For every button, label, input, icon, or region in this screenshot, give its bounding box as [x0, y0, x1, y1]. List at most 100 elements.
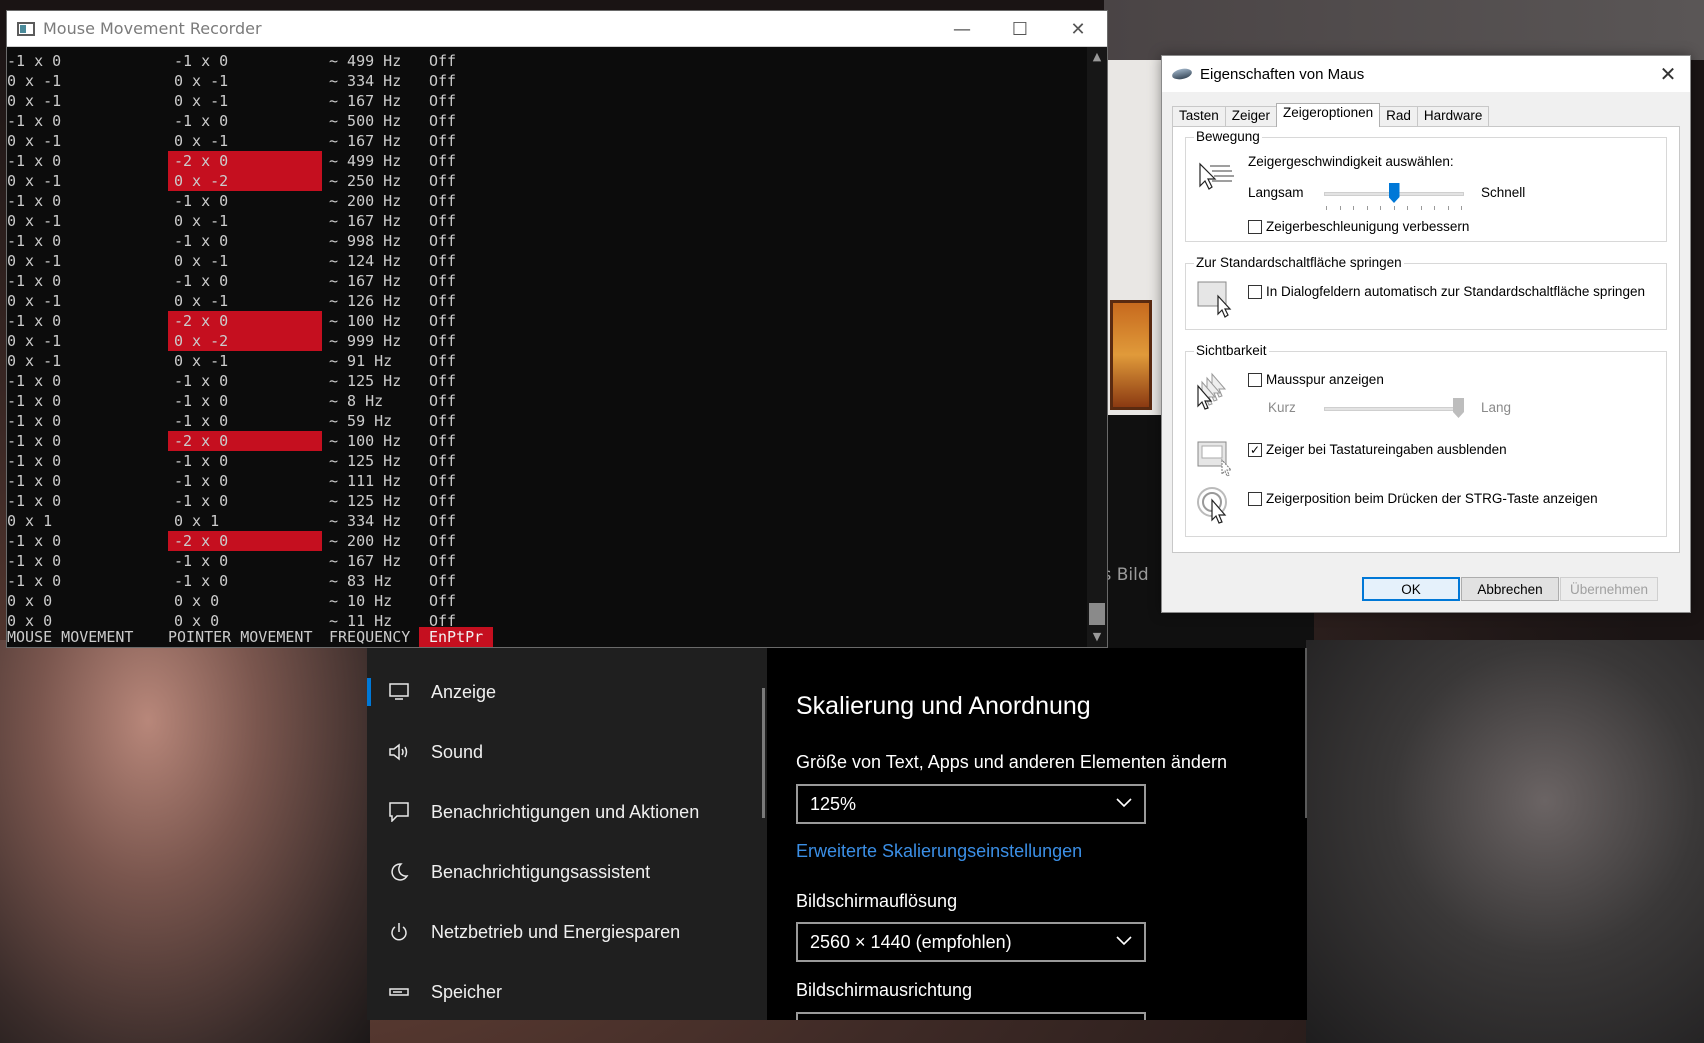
advanced-scaling-link[interactable]: Erweiterte Skalierungseinstellungen [796, 841, 1082, 862]
frequency-cell: ~ 499 Hz [329, 152, 402, 170]
ok-button[interactable]: OK [1362, 577, 1460, 601]
enptpr-cell: Off [429, 332, 457, 350]
enptpr-cell: Off [429, 112, 457, 130]
trails-long-label: Lang [1481, 400, 1512, 415]
enptpr-cell: Off [429, 152, 457, 170]
nav-item-benachrichtigungsassistent[interactable]: Benachrichtigungsassistent [367, 850, 767, 894]
pointer-options-panel: Bewegung Zeigergeschwindigkeit auswählen… [1172, 126, 1680, 553]
pointer-speed-icon [1196, 158, 1236, 198]
nav-item-anzeige[interactable]: Anzeige [367, 670, 767, 714]
group-label: Bewegung [1194, 129, 1262, 144]
dialog-titlebar[interactable]: Eigenschaften von Maus ✕ [1162, 56, 1690, 92]
nav-item-label: Sound [431, 741, 484, 762]
resolution-label: Bildschirmauflösung [796, 891, 958, 911]
cancel-button[interactable]: Abbrechen [1461, 577, 1559, 601]
mouse-movement-cell: 0 x -1 [7, 132, 62, 150]
trails-slider-track [1324, 407, 1464, 411]
pointer-movement-cell: 0 x 1 [174, 512, 220, 530]
orientation-dropdown[interactable] [796, 1012, 1146, 1020]
tab-hardware[interactable]: Hardware [1416, 106, 1490, 126]
console-row: -1 x 0 -1 x 0 ~ 167 Hz Off [7, 271, 1087, 291]
pointer-movement-cell: -2 x 0 [168, 431, 322, 451]
close-button[interactable]: ✕ [1049, 11, 1107, 47]
enptpr-cell: Off [429, 572, 457, 590]
nav-item-netzbetrieb[interactable]: Netzbetrieb und Energiesparen [367, 910, 767, 954]
pointer-movement-cell: -2 x 0 [168, 311, 322, 331]
apply-button[interactable]: Übernehmen [1560, 577, 1658, 601]
pointer-movement-cell: 0 x -1 [174, 72, 229, 90]
group-label: Sichtbarkeit [1194, 343, 1269, 358]
frequency-cell: ~ 499 Hz [329, 52, 402, 70]
scale-dropdown[interactable]: 125% [796, 784, 1146, 824]
checkbox-box[interactable] [1248, 219, 1262, 234]
frequency-cell: ~ 125 Hz [329, 452, 402, 470]
console-titlebar[interactable]: Mouse Movement Recorder — ☐ ✕ [7, 11, 1107, 47]
pointer-movement-cell: -1 x 0 [174, 192, 229, 210]
ctrl-locate-icon [1196, 486, 1236, 526]
pointer-movement-cell: -2 x 0 [168, 151, 322, 171]
frequency-cell: ~ 167 Hz [329, 132, 402, 150]
console-row: 0 x -1 0 x -2 ~ 999 Hz Off [7, 331, 1087, 351]
minimize-icon: — [953, 18, 971, 40]
minimize-button[interactable]: — [933, 11, 991, 47]
main-scrollbar[interactable] [1305, 648, 1307, 818]
enhance-precision-checkbox[interactable]: Zeigerbeschleunigung verbessern [1248, 219, 1469, 234]
resolution-dropdown[interactable]: 2560 × 1440 (empfohlen) [796, 922, 1146, 962]
console-scrollbar[interactable]: ▲ ▼ [1087, 47, 1107, 647]
pointer-trails-checkbox[interactable]: Mausspur anzeigen [1248, 372, 1384, 387]
checkbox-box[interactable] [1248, 491, 1262, 506]
console-row: -1 x 0 -1 x 0 ~ 125 Hz Off [7, 371, 1087, 391]
frequency-cell: ~ 59 Hz [329, 412, 393, 430]
checkbox-box[interactable] [1248, 284, 1262, 299]
enptpr-cell: Off [429, 392, 457, 410]
speed-slider-thumb[interactable] [1388, 183, 1400, 203]
mouse-movement-cell: 0 x -1 [7, 352, 62, 370]
snap-to-icon [1196, 278, 1236, 318]
enptpr-cell: Off [429, 192, 457, 210]
dialog-tabs: Tasten Zeiger Zeigeroptionen Rad Hardwar… [1172, 103, 1490, 127]
mouse-movement-cell: -1 x 0 [7, 472, 62, 490]
tab-zeigeroptionen[interactable]: Zeigeroptionen [1276, 103, 1381, 127]
section-heading: Skalierung und Anordnung [796, 692, 1091, 720]
checkbox-box[interactable]: ✓ [1248, 442, 1262, 457]
footer-mouse-movement: MOUSE MOVEMENT [7, 628, 134, 646]
maximize-button[interactable]: ☐ [991, 11, 1049, 47]
enptpr-cell: Off [429, 432, 457, 450]
mouse-movement-cell: 0 x -1 [7, 92, 62, 110]
frequency-cell: ~ 167 Hz [329, 552, 402, 570]
speed-label: Zeigergeschwindigkeit auswählen: [1248, 154, 1454, 169]
scroll-up-icon[interactable]: ▲ [1087, 47, 1107, 67]
tab-rad[interactable]: Rad [1379, 106, 1418, 126]
enhance-precision-label: Zeigerbeschleunigung verbessern [1266, 219, 1470, 234]
enptpr-cell: Off [429, 52, 457, 70]
frequency-cell: ~ 125 Hz [329, 492, 402, 510]
dialog-close-button[interactable]: ✕ [1646, 56, 1690, 92]
nav-scrollbar[interactable] [762, 688, 765, 818]
mouse-movement-cell: -1 x 0 [7, 52, 62, 70]
group-sichtbarkeit: Sichtbarkeit Mausspur anzeigen Kurz Lang… [1185, 343, 1667, 537]
checkbox-box[interactable] [1248, 372, 1262, 387]
ctrl-locate-checkbox[interactable]: Zeigerposition beim Drücken der STRG-Tas… [1248, 491, 1598, 506]
nav-item-sound[interactable]: Sound [367, 730, 767, 774]
snap-to-checkbox[interactable]: In Dialogfeldern automatisch zur Standar… [1248, 284, 1645, 299]
scroll-down-icon[interactable]: ▼ [1087, 627, 1107, 647]
scroll-thumb[interactable] [1089, 603, 1105, 625]
frequency-cell: ~ 334 Hz [329, 512, 402, 530]
mouse-movement-cell: -1 x 0 [7, 192, 62, 210]
console-row: 0 x -1 0 x -1 ~ 334 Hz Off [7, 71, 1087, 91]
mouse-movement-cell: -1 x 0 [7, 112, 62, 130]
nav-item-benachrichtigungen[interactable]: Benachrichtigungen und Aktionen [367, 790, 767, 834]
nav-item-label: Speicher [431, 981, 503, 1002]
console-row: -1 x 0 -1 x 0 ~ 8 Hz Off [7, 391, 1087, 411]
console-row: -1 x 0 -1 x 0 ~ 167 Hz Off [7, 551, 1087, 571]
tab-tasten[interactable]: Tasten [1172, 106, 1226, 126]
frequency-cell: ~ 500 Hz [329, 112, 402, 130]
pointer-movement-cell: 0 x -1 [174, 132, 229, 150]
hide-pointer-checkbox[interactable]: ✓ Zeiger bei Tastatureingaben ausblenden [1248, 442, 1507, 457]
trails-slider-thumb [1453, 398, 1464, 418]
nav-item-speicher[interactable]: Speicher [367, 970, 767, 1014]
tab-zeiger[interactable]: Zeiger [1224, 106, 1278, 126]
frequency-cell: ~ 100 Hz [329, 432, 402, 450]
console-row: -1 x 0 -1 x 0 ~ 59 Hz Off [7, 411, 1087, 431]
console-rows: -1 x 0 -1 x 0 ~ 499 Hz Off 0 x -1 0 x -1 ~ 334… [7, 51, 1087, 631]
